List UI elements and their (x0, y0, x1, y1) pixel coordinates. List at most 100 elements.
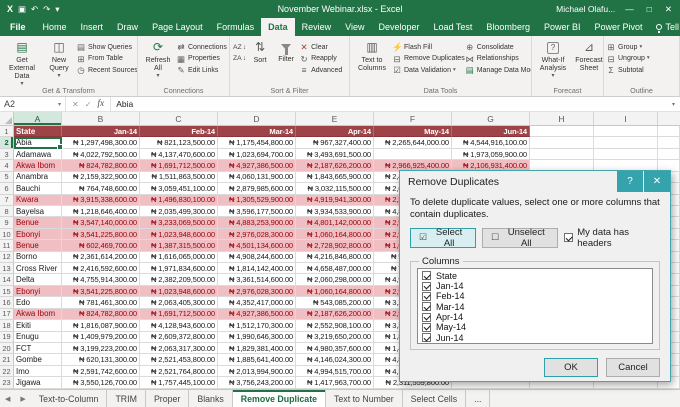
cell[interactable]: Feb-14 (140, 126, 218, 138)
cell[interactable]: FCT (14, 343, 62, 355)
cell[interactable]: ₦ 4,994,515,700.00 (296, 365, 374, 378)
tell-me-box[interactable]: Tell me what you want to (650, 18, 680, 36)
row-header-10[interactable]: 10 (0, 228, 14, 241)
cell[interactable]: ₦ 1,060,164,800.00 (296, 228, 374, 241)
cell[interactable]: ₦ 2,187,626,200.00 (296, 308, 374, 321)
cell[interactable]: ₦ 1,691,712,500.00 (140, 308, 218, 321)
ribbon-tab-developer[interactable]: Developer (372, 18, 427, 36)
sheet-tab-text-to-number[interactable]: Text to Number (326, 390, 403, 407)
dialog-close-button[interactable]: ✕ (644, 171, 670, 192)
column-header-A[interactable]: A (14, 112, 62, 125)
filter-button[interactable]: Filter (273, 39, 299, 64)
confirm-entry-icon[interactable]: ✓ (85, 100, 92, 109)
ribbon-tab-power-pivot[interactable]: Power Pivot (587, 18, 649, 36)
cell[interactable]: ₦ 3,541,225,800.00 (62, 228, 140, 241)
sheet-tab-proper[interactable]: Proper (146, 390, 190, 407)
row-header-13[interactable]: 13 (0, 263, 14, 275)
reapply-button[interactable]: ↻ Reapply (299, 54, 342, 64)
cell[interactable]: ₦ 4,216,846,800.00 (296, 251, 374, 264)
cell[interactable]: ₦ 2,063,317,300.00 (140, 343, 218, 355)
cell[interactable]: ₦ 4,352,417,000.00 (218, 297, 296, 309)
ribbon-tab-page-layout[interactable]: Page Layout (145, 18, 210, 36)
cell[interactable]: ₦ 1,971,834,600.00 (140, 263, 218, 275)
columns-list[interactable]: State Jan-14 Feb-14 Mar-14 Apr-14 May-14 Jun-1… (417, 267, 653, 344)
cell[interactable] (530, 126, 594, 138)
minimize-button[interactable]: — (622, 4, 637, 14)
new-query-button[interactable]: ◫ New Query ▾ (42, 39, 76, 81)
cell[interactable]: ₦ 3,219,650,200.00 (296, 331, 374, 344)
restore-button[interactable]: □ (644, 4, 655, 14)
cell[interactable]: Edo (14, 297, 62, 309)
cell[interactable]: ₦ 1,417,963,700.00 (296, 377, 374, 389)
cell[interactable]: ₦ 2,976,028,300.00 (218, 285, 296, 298)
cell[interactable]: ₦ 2,060,298,000.00 (296, 274, 374, 286)
cell[interactable]: ₦ 620,131,300.00 (62, 354, 140, 366)
column-header-C[interactable]: C (140, 112, 218, 125)
cell[interactable]: ₦ 4,544,916,100.00 (452, 137, 530, 149)
cell[interactable]: ₦ 3,934,533,900.00 (296, 205, 374, 218)
cell[interactable]: ₦ 3,550,126,700.00 (62, 377, 140, 389)
column-header-G[interactable]: G (452, 112, 530, 125)
cell[interactable]: Adamawa (14, 148, 62, 161)
cell[interactable]: Benue (14, 217, 62, 229)
cell[interactable] (530, 148, 594, 161)
row-header-22[interactable]: 22 (0, 365, 14, 378)
cell[interactable]: ₦ 3,233,069,500.00 (140, 217, 218, 229)
cell[interactable]: ₦ 2,609,372,800.00 (140, 331, 218, 344)
cell[interactable]: ₦ 3,199,223,200.00 (62, 343, 140, 355)
cell[interactable]: ₦ 1,816,087,900.00 (62, 320, 140, 332)
column-checkbox-item[interactable]: Jun-14 (418, 333, 652, 343)
row-header-20[interactable]: 20 (0, 343, 14, 355)
ribbon-tab-home[interactable]: Home (36, 18, 74, 36)
cell[interactable]: ₦ 4,755,914,300.00 (62, 274, 140, 286)
dialog-title-bar[interactable]: Remove Duplicates ? ✕ (400, 171, 670, 192)
name-box[interactable]: A2 ▾ (0, 97, 66, 111)
sheet-nav-left-icon[interactable]: ◀ (0, 390, 15, 407)
cell[interactable]: Abia (14, 137, 62, 149)
cell[interactable]: Jigawa (14, 377, 62, 389)
cell[interactable] (374, 148, 452, 161)
cell[interactable] (658, 137, 680, 149)
cell[interactable]: ₦ 824,782,800.00 (62, 160, 140, 172)
text-to-columns-button[interactable]: ▥ Text to Columns (352, 39, 392, 73)
sheet-tab-trim[interactable]: TRIM (107, 390, 146, 407)
ribbon-tab-draw[interactable]: Draw (110, 18, 145, 36)
flash-fill-button[interactable]: ⚡ Flash Fill (392, 43, 465, 52)
cell[interactable]: ₦ 1,023,948,600.00 (140, 228, 218, 241)
row-header-7[interactable]: 7 (0, 194, 14, 206)
sheet-tab-select-cells[interactable]: Select Cells (403, 390, 467, 407)
cell[interactable]: ₦ 1,175,454,800.00 (218, 137, 296, 149)
cell[interactable]: Delta (14, 274, 62, 286)
forecast-sheet-button[interactable]: ⊿ Forecast Sheet (572, 39, 603, 73)
sheet-tab-blanks[interactable]: Blanks (189, 390, 233, 407)
column-header-D[interactable]: D (218, 112, 296, 125)
relationships-button[interactable]: ⋈ Relationships (465, 54, 531, 64)
data-validation-button[interactable]: ☑ Data Validation ▾ (392, 66, 465, 75)
row-header-8[interactable]: 8 (0, 205, 14, 218)
row-header-17[interactable]: 17 (0, 308, 14, 321)
row-header-14[interactable]: 14 (0, 274, 14, 286)
cell[interactable]: ₦ 3,032,115,500.00 (296, 183, 374, 195)
cell[interactable]: ₦ 1,973,059,900.00 (452, 148, 530, 161)
row-header-2[interactable]: 2 (0, 137, 14, 149)
cell[interactable]: Ekiti (14, 320, 62, 332)
save-icon[interactable]: ▣ (18, 5, 26, 14)
cell[interactable]: ₦ 4,801,142,000.00 (296, 217, 374, 229)
cell[interactable]: ₦ 1,218,646,400.00 (62, 205, 140, 218)
cell[interactable]: ₦ 1,829,381,400.00 (218, 343, 296, 355)
sort-button[interactable]: ⇅ Sort (247, 39, 273, 65)
cell[interactable] (594, 137, 658, 149)
cell[interactable]: ₦ 4,908,244,600.00 (218, 251, 296, 264)
edit-links-button[interactable]: ✎ Edit Links (176, 66, 227, 75)
cell[interactable]: ₦ 764,748,600.00 (62, 183, 140, 195)
cell[interactable]: ₦ 1,409,979,200.00 (62, 331, 140, 344)
cell[interactable] (530, 137, 594, 149)
cell[interactable]: ₦ 4,501,134,600.00 (218, 240, 296, 252)
cell[interactable]: ₦ 2,521,453,800.00 (140, 354, 218, 366)
my-data-has-headers-checkbox[interactable]: My data has headers (564, 227, 660, 249)
cell[interactable]: ₦ 543,085,200.00 (296, 297, 374, 309)
properties-button[interactable]: ▦ Properties (176, 54, 227, 64)
row-header-5[interactable]: 5 (0, 171, 14, 184)
cell[interactable]: ₦ 1,757,445,100.00 (140, 377, 218, 389)
row-header-1[interactable]: 1 (0, 126, 14, 138)
